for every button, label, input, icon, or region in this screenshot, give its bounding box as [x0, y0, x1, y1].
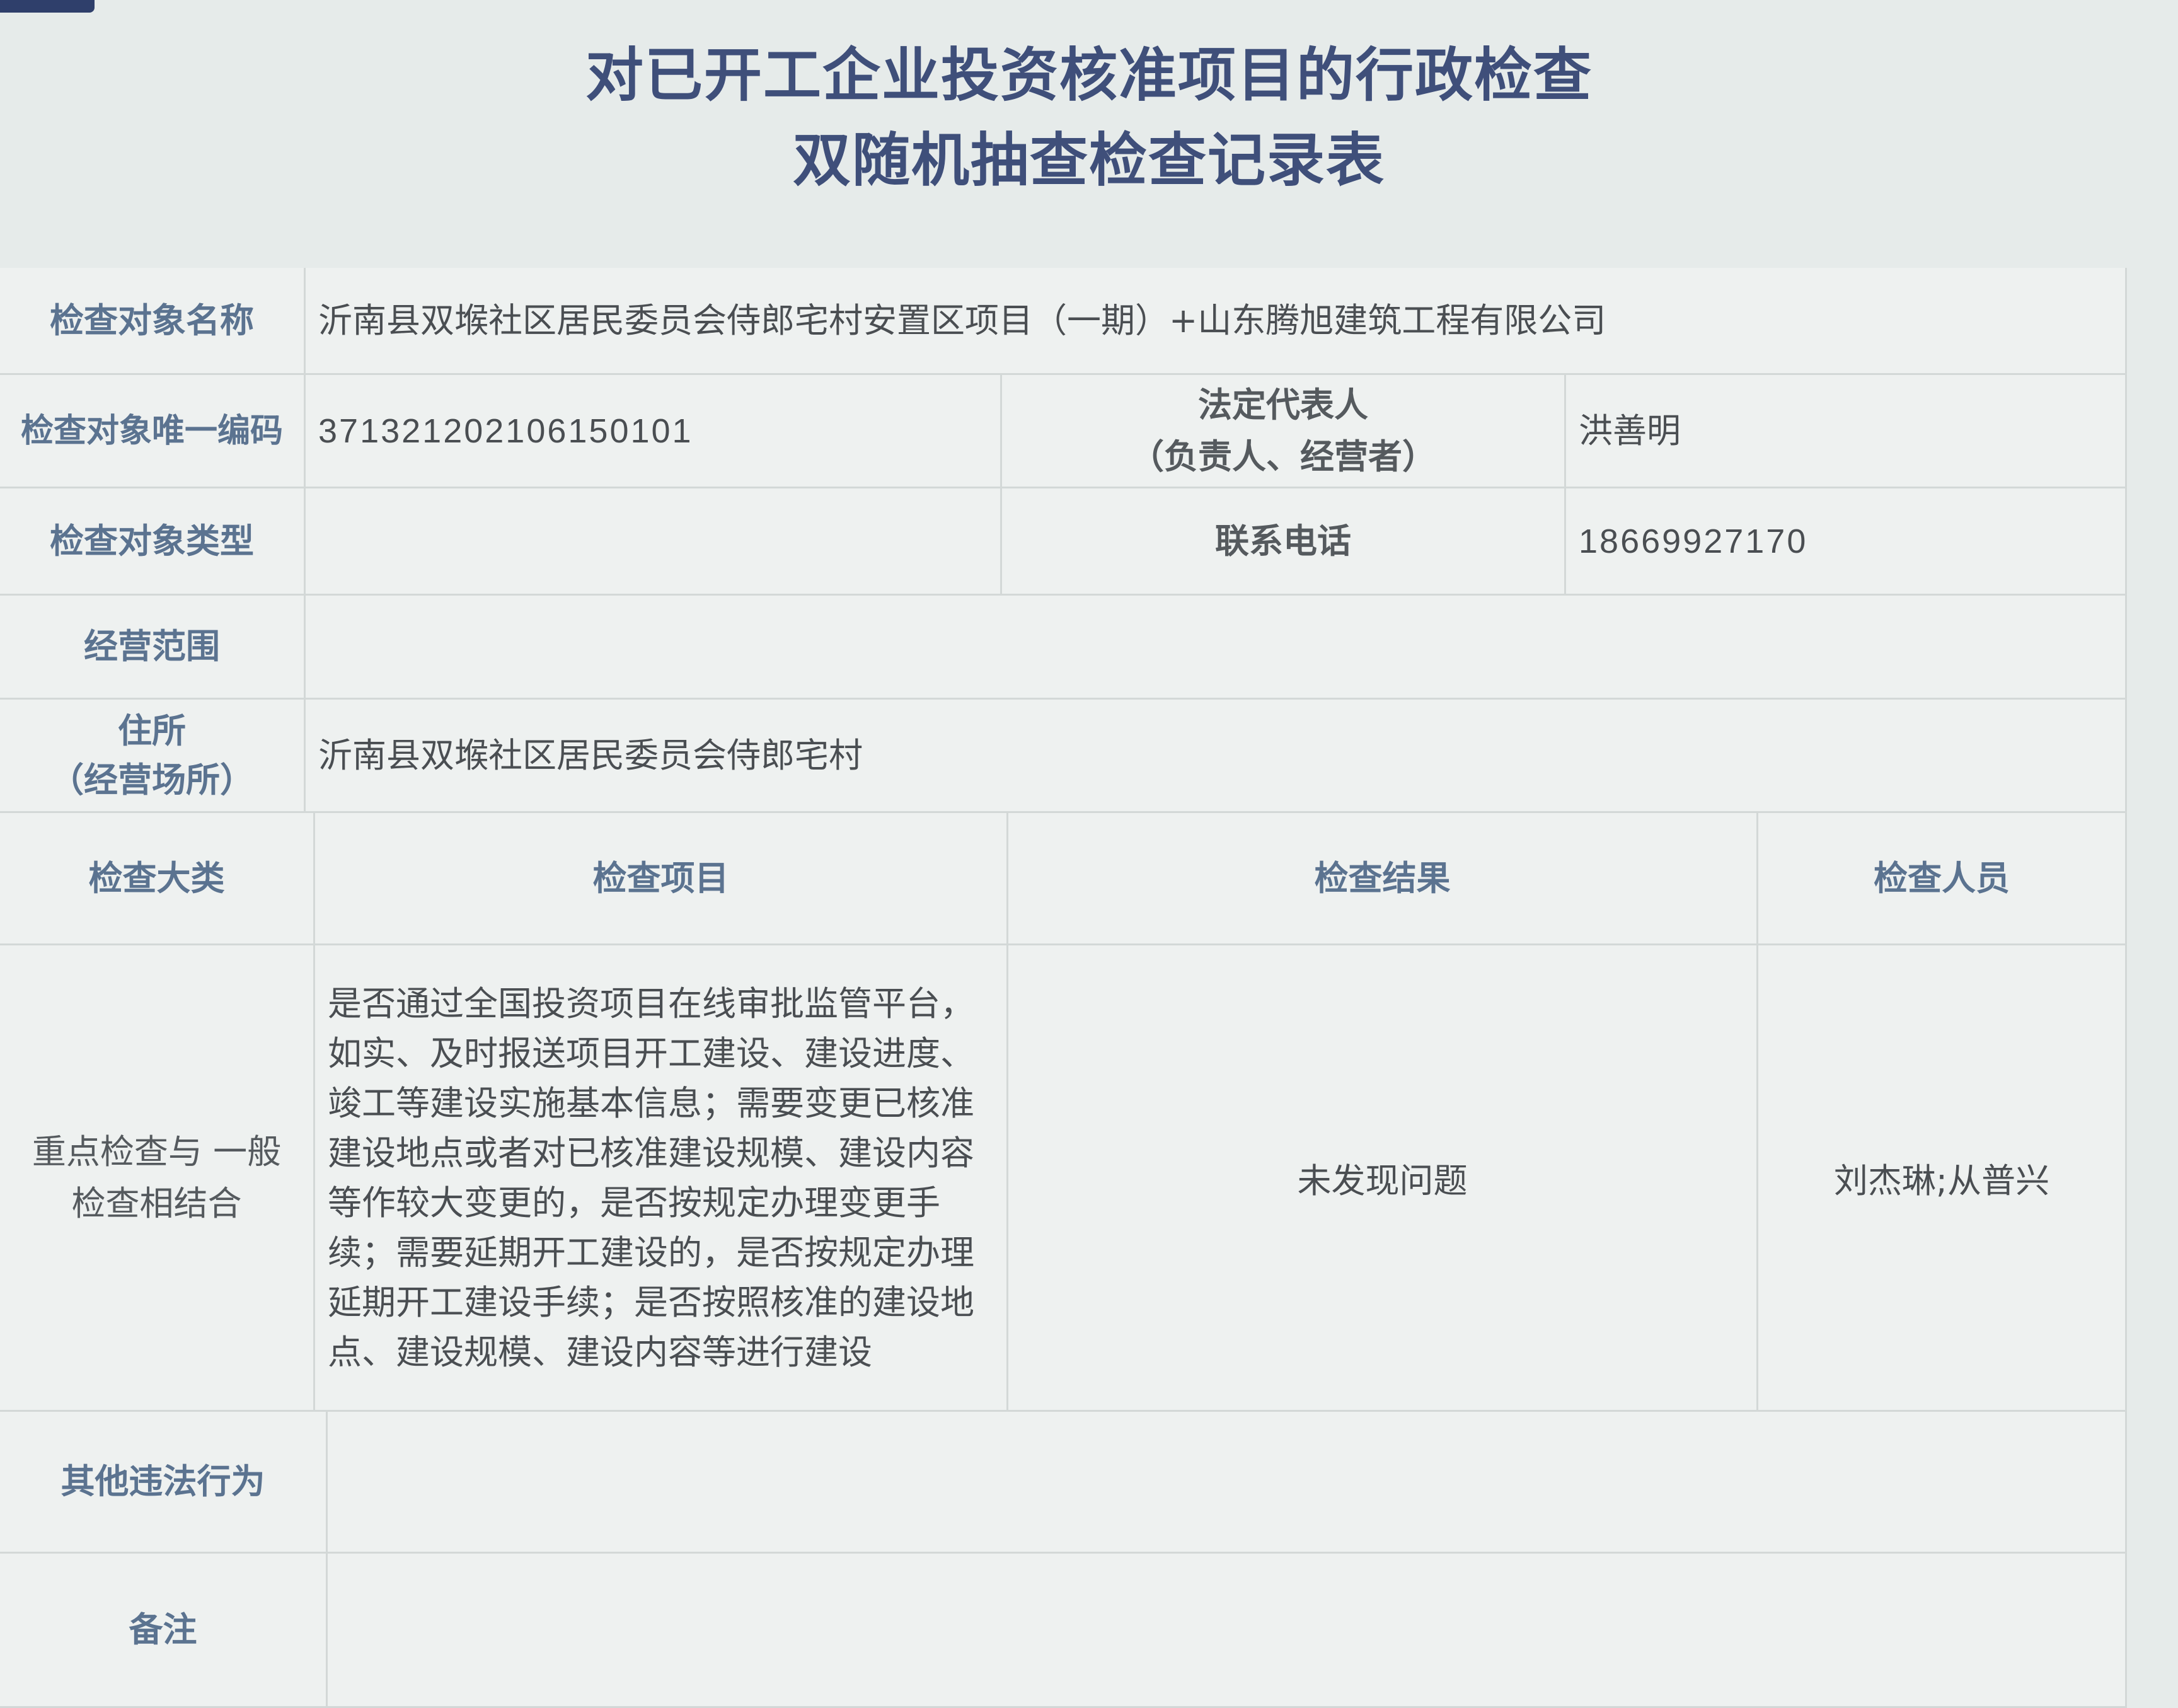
phone-value: 18669927170: [1566, 488, 2127, 596]
address-label-line2: （经营场所）: [50, 759, 254, 800]
category-line1: 重点检查与 一般: [32, 1131, 282, 1172]
inspection-record-table: 检查对象名称 沂南县双堠社区居民委员会侍郎宅村安置区项目（一期）+山东腾旭建筑工…: [0, 268, 2127, 1708]
remarks-value: [328, 1554, 2127, 1708]
other-violations-value: [328, 1412, 2127, 1554]
phone-label: 联系电话: [1002, 488, 1566, 596]
header-inspection-result: 检查结果: [1008, 813, 1758, 945]
document-title-line2: 双随机抽查检查记录表: [792, 127, 1385, 194]
inspection-item-text: 是否通过全国投资项目在线审批监管平台，如实、及时报送项目开工建设、建设进度、竣工…: [328, 983, 974, 1372]
other-violations-label: 其他违法行为: [0, 1412, 328, 1554]
table-row-category: 重点检查与 一般 检查相结合: [0, 945, 315, 1412]
address-label-line1: 住所: [118, 710, 186, 751]
subject-type-label: 检查对象类型: [0, 488, 306, 596]
address-value: 沂南县双堠社区居民委员会侍郎宅村: [306, 700, 2127, 813]
corner-tab: [0, 0, 95, 13]
legal-representative-label-line2: （负责人、经营者）: [1130, 436, 1436, 476]
business-scope-label: 经营范围: [0, 596, 306, 700]
category-line2: 检查相结合: [71, 1183, 242, 1223]
subject-name-label: 检查对象名称: [0, 268, 306, 375]
table-row-inspectors: 刘杰琳;从普兴: [1758, 945, 2127, 1412]
header-inspectors: 检查人员: [1758, 813, 2127, 945]
subject-code-value: 371321202106150101: [306, 375, 1002, 488]
subject-name-value: 沂南县双堠社区居民委员会侍郎宅村安置区项目（一期）+山东腾旭建筑工程有限公司: [306, 268, 2127, 375]
table-row-result: 未发现问题: [1008, 945, 1758, 1412]
legal-representative-label-line1: 法定代表人: [1198, 384, 1368, 425]
address-label: 住所 （经营场所）: [0, 700, 306, 813]
remarks-label: 备注: [0, 1554, 328, 1708]
legal-representative-label: 法定代表人 （负责人、经营者）: [1002, 375, 1566, 488]
header-inspection-category: 检查大类: [0, 813, 315, 945]
subject-type-value: [306, 488, 1002, 596]
subject-code-label: 检查对象唯一编码: [0, 375, 306, 488]
legal-representative-value: 洪善明: [1566, 375, 2127, 488]
header-inspection-item: 检查项目: [315, 813, 1008, 945]
table-row-item: 是否通过全国投资项目在线审批监管平台，如实、及时报送项目开工建设、建设进度、竣工…: [315, 945, 1008, 1412]
document-title-line1: 对已开工企业投资核准项目的行政检查: [585, 42, 1593, 109]
business-scope-value: [306, 596, 2127, 700]
